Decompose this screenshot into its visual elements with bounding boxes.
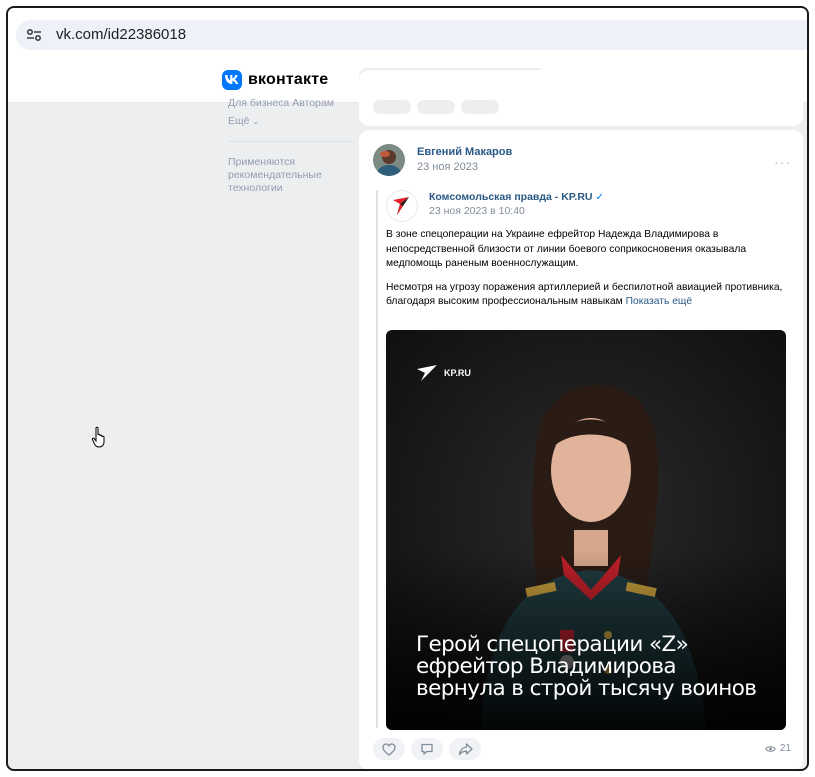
- photo-brand-text: KP.RU: [444, 368, 471, 378]
- share-icon: [458, 743, 473, 756]
- previous-like-button[interactable]: [373, 100, 411, 114]
- post-actions: [373, 738, 481, 760]
- vk-logo-text: вконтакте: [248, 71, 329, 88]
- caption-line: Герой спецоперации «Z»: [416, 632, 689, 657]
- recommendation-note[interactable]: Применяются рекомендательные технологии: [228, 156, 353, 195]
- show-more-link[interactable]: Показать ещё: [626, 296, 693, 307]
- post-paragraph: Несмотря на угрозу поражения артиллерией…: [386, 281, 798, 310]
- post-photo[interactable]: KP.RU Герой спецоперации «Z» ефрейтор Вл…: [386, 330, 786, 730]
- verified-icon: ✓: [595, 192, 604, 203]
- like-button[interactable]: [373, 738, 405, 760]
- comment-icon: [421, 743, 433, 755]
- views-counter: 21: [765, 743, 791, 754]
- chevron-down-icon: ⌄: [252, 117, 260, 126]
- more-link[interactable]: Ещё ⌄: [228, 115, 259, 127]
- previous-comment-button[interactable]: [417, 100, 455, 114]
- source-avatar[interactable]: [386, 190, 418, 222]
- photo-brand: KP.RU: [416, 364, 471, 382]
- heart-icon: [382, 742, 396, 756]
- browser-window: vk.com/id22386018 вконтакте Поиск Для би…: [6, 6, 809, 771]
- author-avatar[interactable]: [373, 144, 405, 176]
- eye-icon: [765, 745, 776, 752]
- url-field[interactable]: vk.com/id22386018: [16, 20, 807, 50]
- source-name[interactable]: Комсомольская правда - KP.RU ✓: [429, 191, 604, 203]
- post-author-name[interactable]: Евгений Макаров: [417, 146, 512, 158]
- vk-logo-icon: [222, 70, 242, 90]
- post-paragraph: В зоне спецоперации на Украине ефрейтор …: [386, 229, 747, 269]
- tune-icon[interactable]: [26, 27, 42, 43]
- caption-line: вернула в строй тысячу воинов: [416, 676, 757, 701]
- wall-post: Евгений Макаров 23 ноя 2023 ··· Комсомол…: [359, 130, 803, 769]
- more-options-icon[interactable]: ···: [774, 154, 791, 170]
- caption-line: ефрейтор Владимирова: [416, 654, 677, 679]
- previous-post-card: [359, 70, 803, 126]
- photo-caption: Герой спецоперации «Z» ефрейтор Владимир…: [416, 632, 757, 701]
- views-count: 21: [779, 743, 791, 754]
- post-paragraph-text: Несмотря на угрозу поражения артиллерией…: [386, 281, 783, 308]
- share-button[interactable]: [449, 738, 481, 760]
- more-label: Ещё: [228, 115, 250, 127]
- url-text[interactable]: vk.com/id22386018: [56, 26, 186, 43]
- divider: [228, 141, 353, 142]
- post-text: В зоне спецоперации на Украине ефрейтор …: [386, 228, 798, 319]
- source-name-text: Комсомольская правда - KP.RU: [429, 191, 593, 203]
- comment-button[interactable]: [411, 738, 443, 760]
- post-date[interactable]: 23 ноя 2023: [417, 161, 478, 173]
- vk-logo[interactable]: вконтакте: [222, 70, 328, 90]
- hand-cursor-icon: [91, 426, 105, 448]
- address-bar: vk.com/id22386018: [8, 8, 807, 58]
- footer-links[interactable]: Для бизнеса Авторам: [228, 96, 353, 110]
- source-date[interactable]: 23 ноя 2023 в 10:40: [429, 205, 525, 217]
- previous-share-button[interactable]: [461, 100, 499, 114]
- repost-line: [376, 190, 378, 728]
- kp-logo-icon: [417, 365, 437, 381]
